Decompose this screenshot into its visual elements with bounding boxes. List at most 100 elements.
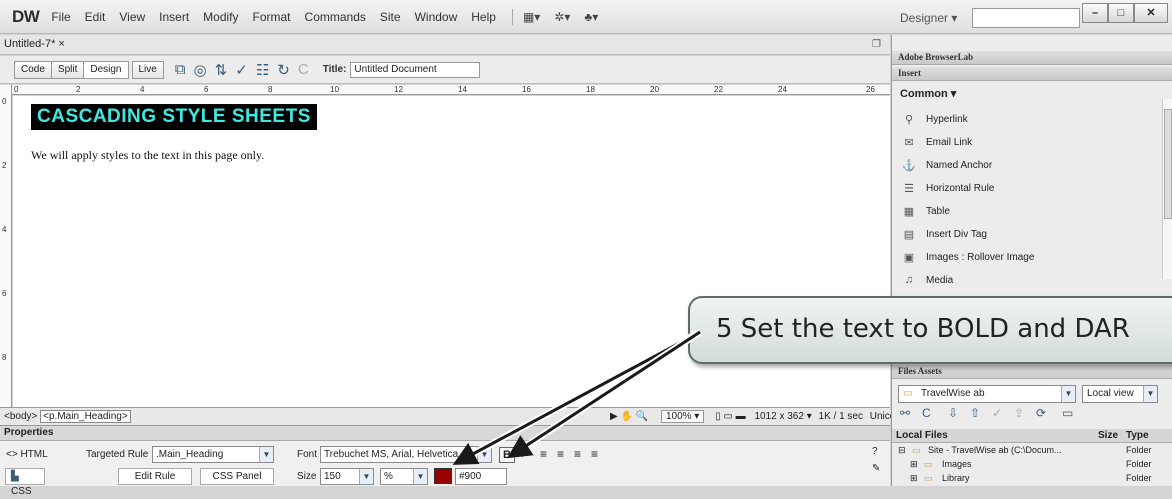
put-files-icon[interactable]: ⇧: [970, 406, 980, 420]
menu-insert[interactable]: Insert: [159, 10, 189, 24]
site-select[interactable]: ▭ TravelWise ab ▼: [898, 385, 1076, 403]
reload-icon[interactable]: C: [298, 61, 309, 78]
menu-format[interactable]: Format: [253, 10, 291, 24]
tag-body[interactable]: <body>: [4, 411, 37, 422]
live-view-button[interactable]: Live: [131, 60, 164, 79]
collapse-icon[interactable]: ⊟: [898, 444, 906, 457]
css-mode-button[interactable]: ▙ CSS: [5, 468, 45, 497]
restore-icon[interactable]: ❐: [872, 39, 881, 50]
site-icon[interactable]: ♣▾: [584, 10, 598, 24]
menu-file[interactable]: File: [51, 10, 70, 24]
scroll-thumb[interactable]: [1164, 109, 1172, 219]
expand-node-icon[interactable]: ⊞: [910, 472, 918, 485]
expand-icon[interactable]: ▭: [1062, 406, 1073, 420]
menu-help[interactable]: Help: [471, 10, 496, 24]
close-button[interactable]: ✕: [1134, 3, 1168, 23]
files-panel-tabs[interactable]: Files Assets: [892, 365, 1172, 379]
menu-site[interactable]: Site: [380, 10, 401, 24]
refresh-icon[interactable]: C: [922, 406, 931, 420]
get-files-icon[interactable]: ⇩: [948, 406, 958, 420]
layout-icon[interactable]: ▦▾: [523, 10, 540, 24]
maximize-button[interactable]: □: [1108, 3, 1134, 23]
properties-header[interactable]: Properties: [0, 426, 890, 441]
insert-item-label: Images : Rollover Image: [926, 252, 1035, 263]
browserlab-panel-header[interactable]: Adobe BrowserLab: [892, 51, 1172, 65]
unit-select[interactable]: % ▼: [380, 468, 428, 485]
expand-node-icon[interactable]: ⊞: [910, 458, 918, 471]
bold-button[interactable]: B: [499, 447, 515, 463]
font-select[interactable]: Trebuchet MS, Arial, Helvetica ▼: [320, 446, 492, 463]
split-view-button[interactable]: Split: [50, 60, 85, 79]
phone-size-icon[interactable]: ▯: [715, 411, 721, 422]
align-left-icon[interactable]: ≡: [540, 447, 547, 461]
hand-tool-icon[interactable]: ✋: [620, 411, 632, 422]
zoom-tool-icon[interactable]: 🔍: [636, 411, 648, 422]
color-input[interactable]: #900: [455, 468, 507, 485]
justify-icon[interactable]: ≡: [591, 447, 598, 461]
insert-panel-header[interactable]: Insert: [892, 67, 1172, 81]
insert-media[interactable]: ♫ Media: [900, 274, 953, 286]
design-view-button[interactable]: Design: [83, 60, 129, 79]
insert-item-label: Table: [926, 206, 950, 217]
view-select[interactable]: Local view ▼: [1082, 385, 1158, 403]
visual-aids-icon[interactable]: ☷: [256, 61, 269, 79]
title-input[interactable]: Untitled Document: [350, 61, 481, 78]
multiscreen-icon[interactable]: ⧉: [175, 61, 186, 78]
insert-hyperlink[interactable]: ⚲ Hyperlink: [900, 113, 968, 126]
insert-scrollbar[interactable]: [1162, 99, 1172, 279]
align-center-icon[interactable]: ≡: [557, 447, 564, 461]
insert-div-tag[interactable]: ▤ Insert Div Tag: [900, 228, 987, 241]
extend-icon[interactable]: ✲▾: [554, 10, 570, 24]
menu-view[interactable]: View: [119, 10, 145, 24]
minimize-button[interactable]: –: [1082, 3, 1108, 23]
insert-horizontal-rule[interactable]: ☰ Horizontal Rule: [900, 182, 994, 195]
preview-icon[interactable]: ◎: [194, 61, 207, 79]
check-out-icon[interactable]: ✓: [992, 406, 1002, 420]
tablet-size-icon[interactable]: ▭: [723, 411, 732, 422]
select-tool-icon[interactable]: ▶: [610, 411, 618, 422]
help-icon[interactable]: ?: [872, 446, 878, 457]
insert-email-link[interactable]: ✉ Email Link: [900, 136, 972, 149]
color-swatch[interactable]: [434, 468, 452, 484]
css-panel-button[interactable]: CSS Panel: [200, 468, 274, 485]
check-browser-icon[interactable]: ✓: [235, 61, 248, 79]
size-select[interactable]: 150 ▼: [320, 468, 374, 485]
menu-edit[interactable]: Edit: [85, 10, 106, 24]
workspace-switcher[interactable]: Designer ▾: [900, 11, 957, 25]
zoom-select[interactable]: 100% ▾: [660, 410, 705, 423]
file-row[interactable]: ⊞ ▭ Library Folder: [892, 472, 1172, 486]
insert-rollover-image[interactable]: ▣ Images : Rollover Image: [900, 251, 1035, 264]
quick-tag-icon[interactable]: ✎: [872, 463, 880, 474]
html-mode-button[interactable]: <> HTML: [6, 449, 48, 460]
insert-category-select[interactable]: Common ▾: [900, 87, 956, 100]
main-heading[interactable]: CASCADING STYLE SHEETS: [31, 104, 317, 130]
desktop-size-icon[interactable]: ▬: [736, 411, 746, 422]
menu-window[interactable]: Window: [415, 10, 458, 24]
insert-table[interactable]: ▦ Table: [900, 205, 950, 218]
size-column[interactable]: Size: [1098, 429, 1118, 442]
close-tab-icon[interactable]: ×: [58, 38, 64, 50]
file-management-icon[interactable]: ⇅: [215, 61, 228, 79]
menu-commands[interactable]: Commands: [305, 10, 366, 24]
search-input[interactable]: [972, 8, 1080, 28]
sync-icon[interactable]: ⟳: [1036, 406, 1046, 420]
insert-item-label: Horizontal Rule: [926, 183, 995, 194]
body-paragraph[interactable]: We will apply styles to the text in this…: [31, 148, 264, 163]
file-row[interactable]: ⊞ ▭ Images Folder: [892, 458, 1172, 472]
code-view-button[interactable]: Code: [14, 60, 52, 79]
connect-icon[interactable]: ⚯: [900, 406, 910, 420]
targeted-rule-select[interactable]: .Main_Heading ▼: [152, 446, 274, 463]
tab-document[interactable]: Untitled-7* ×: [4, 38, 65, 50]
tag-p-main-heading[interactable]: <p.Main_Heading>: [40, 410, 131, 423]
window-size[interactable]: 1012 x 362: [754, 411, 804, 422]
local-files-column[interactable]: Local Files: [896, 429, 948, 442]
refresh-icon[interactable]: ↻: [277, 61, 290, 79]
check-in-icon[interactable]: ⇪: [1014, 406, 1024, 420]
edit-rule-button[interactable]: Edit Rule: [118, 468, 192, 485]
insert-named-anchor[interactable]: ⚓ Named Anchor: [900, 159, 992, 172]
file-row[interactable]: ⊟ ▭ Site - TravelWise ab (C:\Docum... Fo…: [892, 444, 1172, 458]
align-right-icon[interactable]: ≡: [574, 447, 581, 461]
type-column[interactable]: Type: [1126, 429, 1149, 442]
italic-icon[interactable]: /: [522, 449, 525, 460]
menu-modify[interactable]: Modify: [203, 10, 238, 24]
